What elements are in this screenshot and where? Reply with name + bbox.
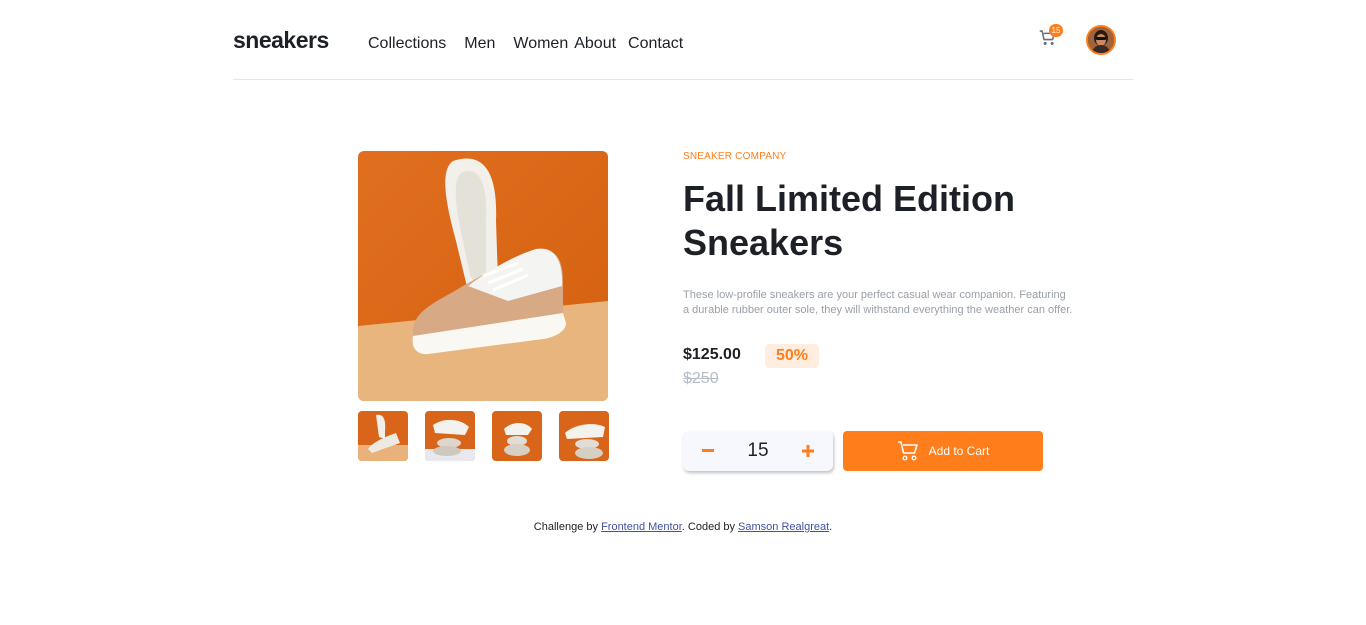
add-to-cart-label: Add to Cart: [928, 444, 990, 458]
thumbnail-4[interactable]: [559, 411, 609, 461]
sneaker-photo: [358, 151, 608, 401]
thumbnail-3[interactable]: [492, 411, 542, 461]
thumbnail-1[interactable]: [358, 411, 408, 461]
product-description: These low-profile sneakers are your perf…: [683, 289, 1073, 316]
nav-contact[interactable]: Contact: [628, 35, 683, 53]
nav-men[interactable]: Men: [464, 35, 495, 53]
cart-button[interactable]: 15: [1039, 24, 1063, 48]
minus-icon: [702, 449, 714, 452]
nav-women[interactable]: Women: [513, 35, 568, 53]
add-to-cart-button[interactable]: Add to Cart: [843, 431, 1043, 471]
thumbnail-4-image: [559, 411, 609, 461]
author-link[interactable]: Samson Realgreat: [738, 521, 829, 533]
site-header: sneakers Collections Men Women About Con…: [233, 0, 1133, 80]
nav-about[interactable]: About: [574, 35, 616, 53]
main-nav: Collections Men Women About Contact: [368, 35, 701, 53]
discount-badge: 50%: [765, 344, 819, 368]
original-price: $250: [683, 370, 719, 387]
thumbnail-2-image: [425, 411, 475, 461]
footer-attribution: Challenge by Frontend Mentor. Coded by S…: [0, 521, 1366, 533]
footer-middle: . Coded by: [681, 521, 739, 533]
nav-collections[interactable]: Collections: [368, 35, 446, 53]
cart-icon: [897, 441, 918, 461]
quantity-stepper: 15: [683, 431, 833, 471]
quantity-value: 15: [747, 440, 769, 461]
thumbnail-3-image: [492, 411, 542, 461]
product-title: Fall Limited Edition Sneakers: [683, 178, 1015, 263]
logo[interactable]: sneakers: [233, 27, 329, 54]
thumbnail-list: [358, 411, 609, 461]
avatar-image: [1088, 27, 1114, 53]
frontend-mentor-link[interactable]: Frontend Mentor: [601, 521, 682, 533]
thumbnail-1-image: [358, 411, 408, 461]
thumbnail-2[interactable]: [425, 411, 475, 461]
avatar[interactable]: [1086, 25, 1116, 55]
decrease-quantity-button[interactable]: [701, 444, 715, 458]
current-price: $125.00: [683, 346, 741, 363]
company-label: SNEAKER COMPANY: [683, 151, 787, 162]
cart-count-badge: 15: [1049, 24, 1063, 37]
footer-prefix: Challenge by: [533, 521, 602, 533]
plus-icon: [801, 445, 814, 457]
main-product-image[interactable]: [358, 151, 608, 401]
footer-suffix: .: [829, 521, 833, 533]
increase-quantity-button[interactable]: [801, 444, 815, 458]
